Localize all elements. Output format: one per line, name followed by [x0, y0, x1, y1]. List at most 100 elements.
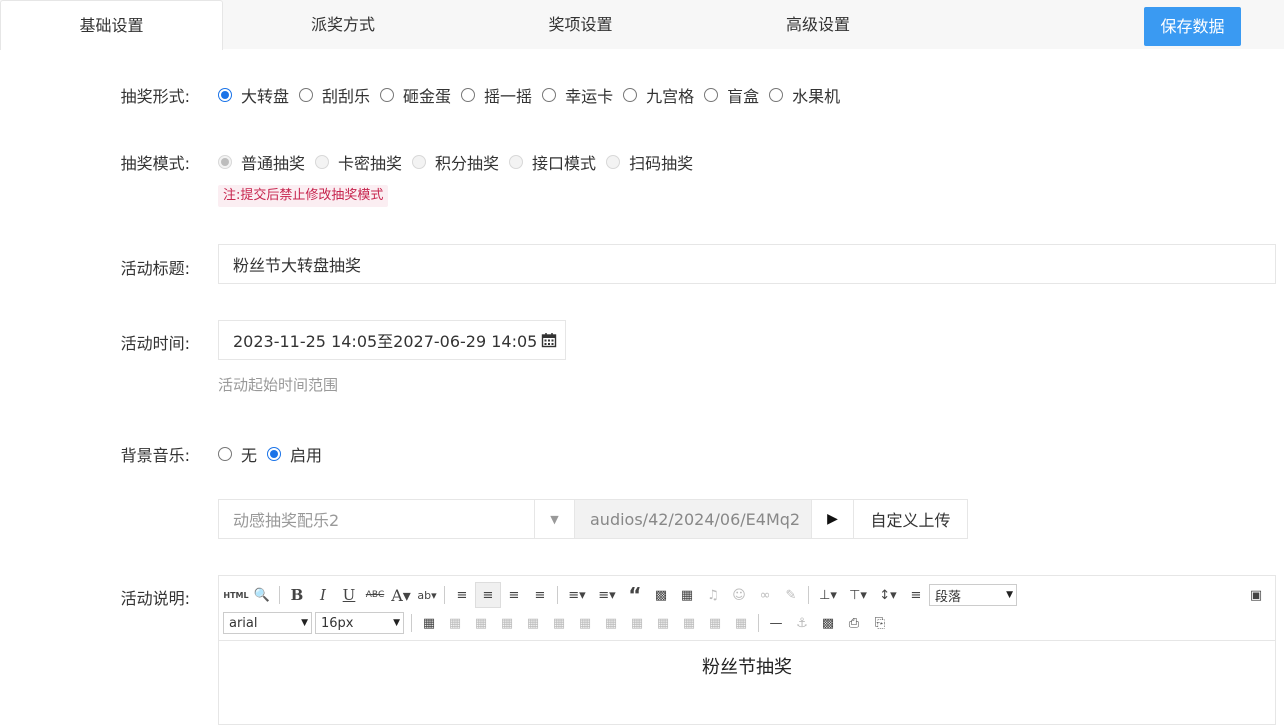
delete-table-icon[interactable]: ▦ — [442, 610, 468, 636]
font-size-select[interactable]: 16px ▼ — [315, 612, 404, 634]
font-color-icon[interactable]: A▾ — [388, 582, 414, 608]
print-icon[interactable]: ⎙ — [841, 610, 867, 636]
emoji-icon[interactable]: ☺ — [726, 582, 752, 608]
lottery-form-option[interactable]: 幸运卡 — [542, 83, 613, 107]
lottery-form-option[interactable]: 大转盘 — [218, 83, 289, 107]
radio-label: 普通抽奖 — [241, 154, 306, 173]
radio-checked-icon[interactable] — [267, 447, 282, 461]
lottery-mode-note: 注:提交后禁止修改抽奖模式 — [218, 185, 389, 207]
editor-content[interactable]: 粉丝节抽奖 — [219, 641, 1275, 679]
lottery-form-option[interactable]: 刮刮乐 — [299, 83, 370, 107]
paste-icon[interactable]: ⎘ — [867, 610, 893, 636]
lottery-mode-radio-group: 普通抽奖 卡密抽奖 积分抽奖 接口模式 扫码抽奖 — [218, 150, 703, 174]
split-cols-icon[interactable]: ▦ — [728, 610, 754, 636]
lottery-form-option[interactable]: 九宫格 — [623, 83, 694, 107]
bg-music-option-enable[interactable]: 启用 — [267, 442, 322, 466]
music-icon[interactable]: ♫ — [700, 582, 726, 608]
tab-prize-settings[interactable]: 奖项设置 — [463, 0, 698, 49]
anchor-icon[interactable]: ⚓ — [789, 610, 815, 636]
calendar-icon[interactable] — [541, 332, 557, 348]
radio-icon[interactable] — [623, 88, 638, 102]
unordered-list-icon[interactable]: ≡▾ — [592, 582, 622, 608]
radio-icon — [412, 155, 427, 169]
paragraph-select[interactable]: 段落 ▼ — [929, 584, 1017, 606]
insert-col-icon[interactable]: ▦ — [546, 610, 572, 636]
merge-right-icon[interactable]: ▦ — [624, 610, 650, 636]
radio-icon[interactable] — [542, 88, 557, 102]
align-justify-icon[interactable]: ≡ — [527, 582, 553, 608]
radio-checked-icon[interactable] — [218, 88, 232, 102]
lottery-form-option[interactable]: 摇一摇 — [461, 83, 532, 107]
eraser-icon[interactable]: ✎ — [778, 582, 804, 608]
lottery-form-option[interactable]: 盲盒 — [704, 83, 759, 107]
insert-row-icon[interactable]: ▦ — [494, 610, 520, 636]
bg-music-option-none[interactable]: 无 — [218, 442, 257, 466]
line-height-icon[interactable]: ↕▾ — [873, 582, 903, 608]
link-icon[interactable]: ∞ — [752, 582, 778, 608]
indent-icon[interactable]: ≡ — [903, 582, 929, 608]
highlight-icon[interactable]: ab▾ — [414, 582, 440, 608]
split-rows-icon[interactable]: ▦ — [702, 610, 728, 636]
tab-advanced-settings[interactable]: 高级设置 — [698, 0, 938, 49]
chevron-down-icon[interactable]: ▼ — [534, 500, 574, 538]
activity-title-input[interactable]: 粉丝节大转盘抽奖 — [218, 244, 1276, 284]
font-size-value: 16px — [321, 615, 354, 631]
preview-icon[interactable]: 🔍 — [249, 582, 275, 608]
radio-icon[interactable] — [218, 447, 232, 461]
play-button[interactable]: ▶ — [812, 500, 854, 538]
radio-label: 砸金蛋 — [403, 87, 452, 106]
insert-table-icon[interactable]: ▦ — [416, 610, 442, 636]
radio-checked-icon — [218, 155, 232, 169]
description-label: 活动说明: — [120, 589, 190, 608]
italic-icon[interactable]: I — [310, 582, 336, 608]
background-image-icon[interactable]: ▩ — [815, 610, 841, 636]
music-select[interactable]: 动感抽奖配乐2 ▼ — [219, 500, 575, 538]
delete-row-icon[interactable]: ▦ — [520, 610, 546, 636]
toolbar-separator — [557, 586, 558, 604]
image-icon[interactable]: ▩ — [648, 582, 674, 608]
tab-prize-distribution[interactable]: 派奖方式 — [223, 0, 463, 49]
chevron-down-icon: ▼ — [1006, 590, 1013, 600]
ordered-list-icon[interactable]: ≡▾ — [562, 582, 592, 608]
toolbar-separator — [444, 586, 445, 604]
bold-icon[interactable]: B — [284, 582, 310, 608]
tab-basic-settings[interactable]: 基础设置 — [0, 0, 223, 50]
table-title-icon[interactable]: ▦ — [468, 610, 494, 636]
custom-upload-button[interactable]: 自定义上传 — [854, 500, 967, 538]
radio-icon — [509, 155, 524, 169]
radio-icon[interactable] — [299, 88, 314, 102]
split-cells-icon[interactable]: ▦ — [676, 610, 702, 636]
video-icon[interactable]: ▦ — [674, 582, 700, 608]
chevron-down-icon: ▼ — [301, 618, 308, 628]
align-center-icon[interactable]: ≡ — [475, 582, 501, 608]
radio-icon[interactable] — [704, 88, 719, 102]
lottery-form-option[interactable]: 水果机 — [769, 83, 840, 107]
lottery-form-option[interactable]: 砸金蛋 — [380, 83, 451, 107]
horizontal-rule-icon[interactable]: — — [763, 610, 789, 636]
radio-icon[interactable] — [380, 88, 395, 102]
radio-icon[interactable] — [769, 88, 784, 102]
radio-label: 刮刮乐 — [322, 87, 371, 106]
delete-col-icon[interactable]: ▦ — [572, 610, 598, 636]
font-family-select[interactable]: arial ▼ — [223, 612, 312, 634]
strikethrough-icon[interactable]: ABC — [362, 582, 388, 608]
radio-label: 大转盘 — [241, 87, 290, 106]
save-button[interactable]: 保存数据 — [1144, 7, 1241, 46]
editor-toolbar: HTML 🔍 B I U ABC A▾ ab▾ ≡ ≡ ≡ ≡ ≡▾ ≡▾ “ … — [219, 576, 1275, 641]
fullscreen-icon[interactable]: ▣ — [1243, 582, 1269, 608]
blockquote-icon[interactable]: “ — [622, 582, 648, 608]
radio-label: 摇一摇 — [484, 87, 533, 106]
row-spacing-top-icon[interactable]: ⊥▾ — [813, 582, 843, 608]
merge-down-icon[interactable]: ▦ — [650, 610, 676, 636]
radio-icon[interactable] — [461, 88, 476, 102]
underline-icon[interactable]: U — [336, 582, 362, 608]
html-source-icon[interactable]: HTML — [223, 582, 249, 608]
row-spacing-bottom-icon[interactable]: ⊤▾ — [843, 582, 873, 608]
radio-label: 盲盒 — [727, 87, 760, 106]
music-select-value: 动感抽奖配乐2 — [233, 511, 340, 530]
merge-cells-icon[interactable]: ▦ — [598, 610, 624, 636]
activity-time-label: 活动时间: — [120, 334, 190, 353]
align-right-icon[interactable]: ≡ — [501, 582, 527, 608]
align-left-icon[interactable]: ≡ — [449, 582, 475, 608]
activity-time-input[interactable]: 2023-11-25 14:05至2027-06-29 14:05 — [218, 320, 566, 360]
